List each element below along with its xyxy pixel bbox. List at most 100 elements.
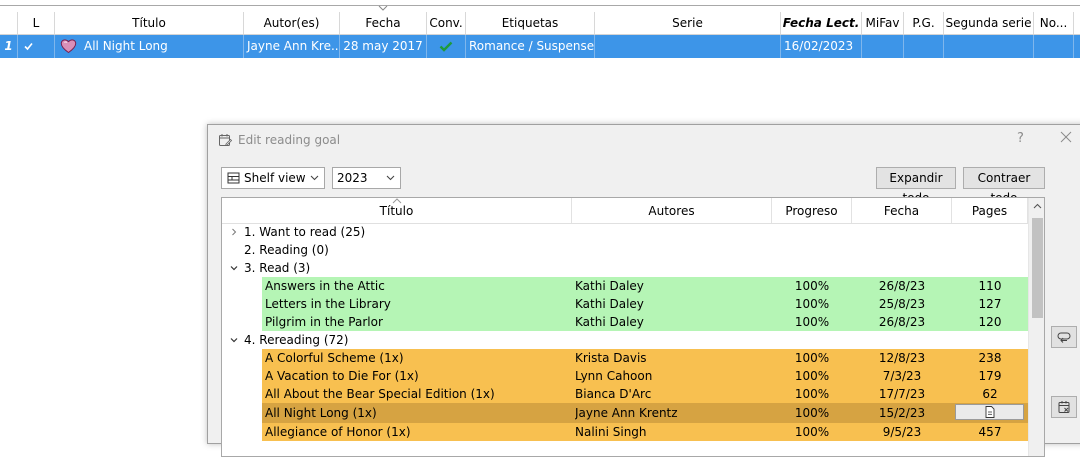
list-item[interactable]: Allegiance of Honor (1x) Nalini Singh 10… [222,423,1028,441]
row-no [1034,35,1074,58]
read-checkbox[interactable] [18,35,55,58]
book-author: Kathi Daley [575,297,644,311]
row-title-cell[interactable]: All Night Long [55,35,244,58]
col-header-title-label: Título [379,204,414,218]
row-pg [904,35,944,58]
sort-ascending-icon [392,198,402,204]
row-conv-cell [427,35,466,58]
scroll-up-icon[interactable] [1033,203,1042,209]
view-select-value: Shelf view [244,171,306,185]
checkbox-check-icon [24,42,33,51]
group-label: 2. Reading (0) [244,243,329,257]
chevron-down-icon[interactable] [230,264,238,272]
top-divider [0,5,1080,6]
view-select[interactable]: Shelf view [221,167,325,189]
book-author: Kathi Daley [575,279,644,293]
sort-indicator-icon [378,5,388,11]
reading-goal-tree: Título Autores Progreso Fecha Pages 1. W… [221,197,1045,457]
close-icon[interactable] [1059,130,1073,144]
scrollbar-thumb[interactable] [1032,218,1043,318]
book-date: 25/8/23 [878,297,926,311]
book-pages: 110 [978,279,1002,293]
col-header-date[interactable]: Fecha [852,198,952,223]
col-header-serie[interactable]: Serie [595,12,781,34]
group-label: 4. Rereading (72) [244,333,349,347]
book-date: 15/2/23 [878,406,926,420]
book-date: 12/8/23 [878,351,926,365]
library-row-selected[interactable]: 1 All Night Long Jayne Ann Kre... 28 may… [0,35,1080,58]
row-mifav [862,35,904,58]
col-header-pages[interactable]: Pages [952,198,1028,223]
book-pages: 238 [978,351,1002,365]
list-item[interactable]: Answers in the Attic Kathi Daley 100% 26… [222,277,1028,295]
book-author: Jayne Ann Krentz [575,406,678,420]
group-rereading[interactable]: 4. Rereading (72) [222,331,1028,349]
chevron-down-icon [386,175,395,181]
book-title: A Colorful Scheme (1x) [265,351,404,365]
help-button[interactable]: ? [1017,131,1024,146]
link-arrow-icon [1057,332,1071,343]
col-header-fecha[interactable]: Fecha [340,12,427,34]
col-header-etiquetas[interactable]: Etiquetas [466,12,595,34]
col-header-progress[interactable]: Progreso [772,198,852,223]
col-header-l[interactable]: L [18,12,55,34]
book-pages: 62 [982,387,998,401]
list-item[interactable]: A Vacation to Die For (1x) Lynn Cahoon 1… [222,367,1028,385]
row-read-date: 16/02/2023 [781,35,862,58]
book-pages: 120 [978,315,1002,329]
col-header-no[interactable]: No... [1034,12,1074,34]
link-button[interactable] [1051,326,1077,348]
col-header-autor[interactable]: Autor(es) [244,12,340,34]
book-date: 26/8/23 [878,315,926,329]
col-header-segunda-serie[interactable]: Segunda serie [944,12,1034,34]
book-progress: 100% [794,425,830,439]
vertical-scrollbar[interactable] [1028,198,1044,456]
expand-all-button[interactable]: Expandir todo [876,167,956,205]
col-header-mifav[interactable]: MiFav [862,12,904,34]
list-item[interactable]: Letters in the Library Kathi Daley 100% … [222,295,1028,313]
book-pages: 127 [978,297,1002,311]
year-select[interactable]: 2023 [332,167,401,189]
dialog-title: Edit reading goal [238,133,341,147]
collapse-all-button[interactable]: Contraer todo [963,167,1045,205]
book-title: A Vacation to Die For (1x) [265,369,419,383]
group-read[interactable]: 3. Read (3) [222,259,1028,277]
row-segunda-serie [944,35,1034,58]
book-pages: 179 [978,369,1002,383]
heart-icon [60,39,77,54]
row-author: Jayne Ann Kre... [244,35,340,58]
book-author: Lynn Cahoon [575,369,653,383]
row-tags: Romance / Suspense [466,35,595,58]
document-icon [985,406,995,418]
col-header-fecha-lect[interactable]: Fecha Lect. [781,12,862,34]
book-date: 17/7/23 [878,387,926,401]
pages-edit-button[interactable] [955,404,1024,420]
col-header-conv[interactable]: Conv. [427,12,466,34]
tree-column-header: Título Autores Progreso Fecha Pages [222,198,1028,224]
calendar-remove-button[interactable] [1051,396,1077,418]
col-header-authors[interactable]: Autores [572,198,772,223]
group-label: 3. Read (3) [244,261,311,275]
list-item-selected[interactable]: All Night Long (1x) Jayne Ann Krentz 100… [222,403,1028,423]
list-item[interactable]: All About the Bear Special Edition (1x) … [222,385,1028,403]
row-number-header [0,12,18,34]
book-pages: 457 [978,425,1002,439]
edit-reading-goal-dialog: Edit reading goal ? Shelf view 2023 Expa… [207,124,1080,457]
book-title: Allegiance of Honor (1x) [265,425,411,439]
chevron-right-icon[interactable] [230,228,238,236]
group-want-to-read[interactable]: 1. Want to read (25) [222,223,1028,241]
col-header-title[interactable]: Título [222,198,572,223]
pages-cell [952,403,1028,423]
chevron-down-icon[interactable] [230,336,238,344]
book-progress: 100% [794,406,830,420]
book-title: Pilgrim in the Parlor [265,315,383,329]
book-author: Krista Davis [575,351,647,365]
list-item[interactable]: A Colorful Scheme (1x) Krista Davis 100%… [222,349,1028,367]
group-reading[interactable]: 2. Reading (0) [222,241,1028,259]
col-header-titulo[interactable]: Título [55,12,244,34]
converted-check-icon [439,41,453,52]
book-date: 26/8/23 [878,279,926,293]
col-header-pg[interactable]: P.G. [904,12,944,34]
list-item[interactable]: Pilgrim in the Parlor Kathi Daley 100% 2… [222,313,1028,331]
year-select-value: 2023 [337,171,368,185]
